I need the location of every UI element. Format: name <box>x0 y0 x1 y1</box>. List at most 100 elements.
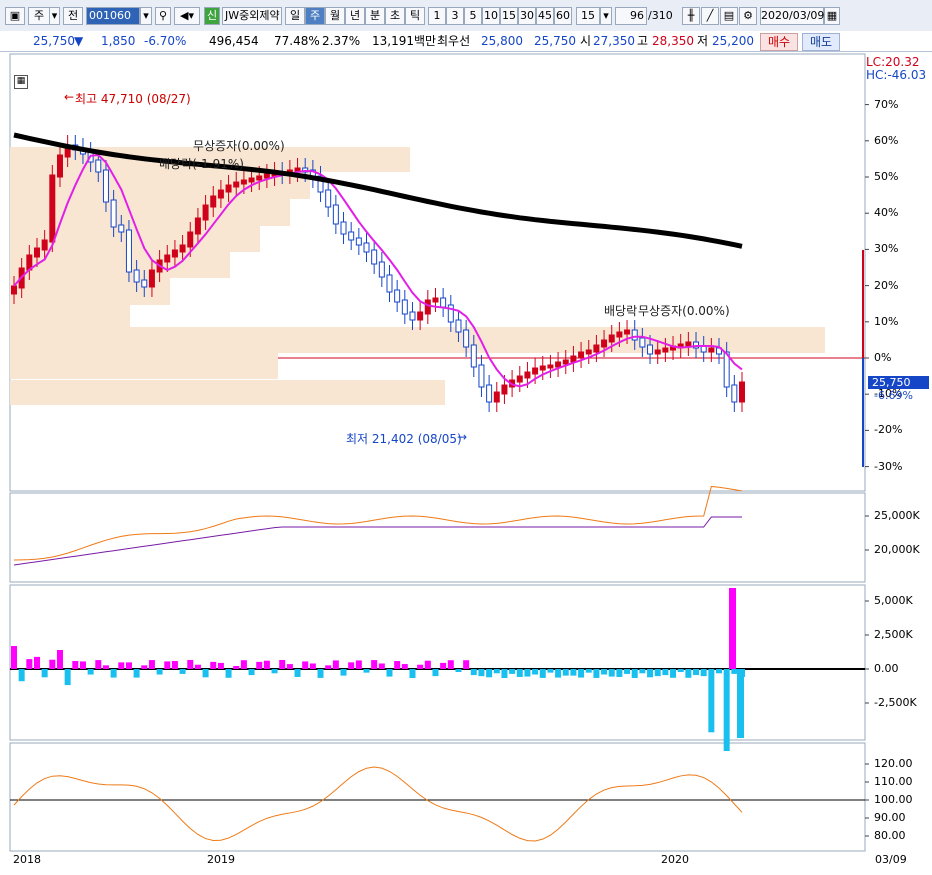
candle-body <box>716 347 723 355</box>
window-icon[interactable]: ▣ <box>5 7 25 25</box>
gear-icon[interactable]: ⚙ <box>739 7 757 25</box>
panel3-bar <box>493 669 500 674</box>
date-input[interactable]: 2020/03/09 <box>760 7 824 25</box>
hc-label: HC:-46.03 <box>866 68 927 82</box>
candle-body <box>555 361 562 368</box>
low-label: 저 <box>697 34 709 48</box>
stock-name[interactable]: JW중외제약 <box>222 7 282 25</box>
panel3-bar <box>737 669 744 738</box>
search-icon[interactable]: ⚲ <box>155 7 171 25</box>
panel3-bar <box>156 669 163 675</box>
candle-body <box>286 169 293 175</box>
y-tick-p3: 2,500K <box>874 628 913 641</box>
interval-1[interactable]: 1 <box>428 7 446 25</box>
bid-price: 25,750 <box>534 34 576 48</box>
volume-profile-band <box>10 278 170 305</box>
candle-body <box>325 189 332 208</box>
panel3-bar <box>79 661 86 669</box>
candle-body <box>125 229 132 273</box>
panel3-bar <box>723 669 730 752</box>
candle-body <box>164 254 171 263</box>
price-change: 1,850 <box>101 34 136 48</box>
panel3-bar <box>409 669 416 678</box>
candle-body <box>87 151 94 163</box>
panel3-bar <box>555 669 562 678</box>
type-select[interactable]: 주 <box>28 7 50 25</box>
interval-5[interactable]: 5 <box>464 7 482 25</box>
candle-body <box>677 343 684 349</box>
sound-icon[interactable]: ◀▾ <box>174 7 200 25</box>
panel3-bar <box>102 665 109 669</box>
interval-30[interactable]: 30 <box>518 7 536 25</box>
code-input[interactable]: 001060 <box>86 7 140 25</box>
interval-60[interactable]: 60 <box>554 7 572 25</box>
change-percent: -6.70% <box>144 34 187 48</box>
interval-10[interactable]: 10 <box>482 7 500 25</box>
interval-15[interactable]: 15 <box>500 7 518 25</box>
candle-body <box>731 384 738 403</box>
candle-body <box>263 173 270 179</box>
panel3-bar <box>233 665 240 669</box>
period-month[interactable]: 월 <box>325 7 345 25</box>
calendar-icon[interactable]: ▦ <box>824 7 840 25</box>
sell-button[interactable]: 매도 <box>802 33 840 51</box>
grid-icon[interactable]: ▦ <box>14 75 28 89</box>
interval-3[interactable]: 3 <box>446 7 464 25</box>
period-week[interactable]: 주 <box>305 7 325 25</box>
y-tick-p3: 5,000K <box>874 594 913 607</box>
panel3-bar <box>302 661 309 669</box>
panel3-bar <box>171 661 178 669</box>
candle-body <box>616 331 623 338</box>
panel3-bar <box>716 669 723 674</box>
interval-45[interactable]: 45 <box>536 7 554 25</box>
candle-body <box>478 364 485 388</box>
type-dropdown-icon[interactable]: ▾ <box>50 7 60 25</box>
candle-body <box>670 345 677 351</box>
period-year[interactable]: 년 <box>345 7 365 25</box>
panel3-bar <box>217 662 224 669</box>
low-price: 25,200 <box>712 34 754 48</box>
y-tick-p3: 0.00 <box>874 662 899 675</box>
high-price: 28,350 <box>652 34 694 48</box>
period-day[interactable]: 일 <box>285 7 305 25</box>
panel3-bar <box>26 659 33 669</box>
low-arrow-icon: → <box>457 430 468 444</box>
dividend-annotation-2: 배당락 <box>604 304 638 318</box>
panel3-bar <box>363 669 370 673</box>
interval-select[interactable]: 15 <box>576 7 600 25</box>
count-input[interactable]: 96 <box>615 7 647 25</box>
candle-body <box>11 285 17 295</box>
panel3-bar <box>294 669 301 677</box>
all-button[interactable]: 전 <box>63 7 83 25</box>
panel3-bar <box>95 660 102 669</box>
candle-body <box>233 181 240 188</box>
turnover: 2.37% <box>322 34 361 48</box>
interval-dropdown-icon[interactable]: ▾ <box>600 7 612 25</box>
panel3-bar <box>631 669 638 678</box>
candle-body <box>539 365 546 371</box>
candle-body <box>317 175 324 193</box>
period-second[interactable]: 초 <box>385 7 405 25</box>
candle-body <box>33 247 40 258</box>
panel3-bar <box>708 669 715 733</box>
line-icon[interactable]: ╱ <box>701 7 719 25</box>
panel3-bar <box>478 669 485 677</box>
panel3-bar <box>148 660 155 669</box>
ask-price: 25,800 <box>481 34 523 48</box>
period-minute[interactable]: 분 <box>365 7 385 25</box>
candle-body <box>355 237 362 246</box>
candle-body <box>26 254 33 271</box>
code-dropdown-icon[interactable]: ▾ <box>140 7 152 25</box>
period-tick[interactable]: 틱 <box>405 7 425 25</box>
panel3-bar <box>470 669 477 676</box>
candle-body <box>187 231 194 248</box>
candle-icon[interactable]: ╫ <box>682 7 700 25</box>
panel3-bar <box>647 669 654 678</box>
y-tick-main: 30% <box>874 242 899 256</box>
y-tick-p4: 100.00 <box>874 793 913 806</box>
save-icon[interactable]: ▤ <box>720 7 738 25</box>
candle-body <box>570 355 577 363</box>
candle-body <box>118 224 125 233</box>
buy-button[interactable]: 매수 <box>760 33 798 51</box>
panel3-bar <box>424 660 431 669</box>
